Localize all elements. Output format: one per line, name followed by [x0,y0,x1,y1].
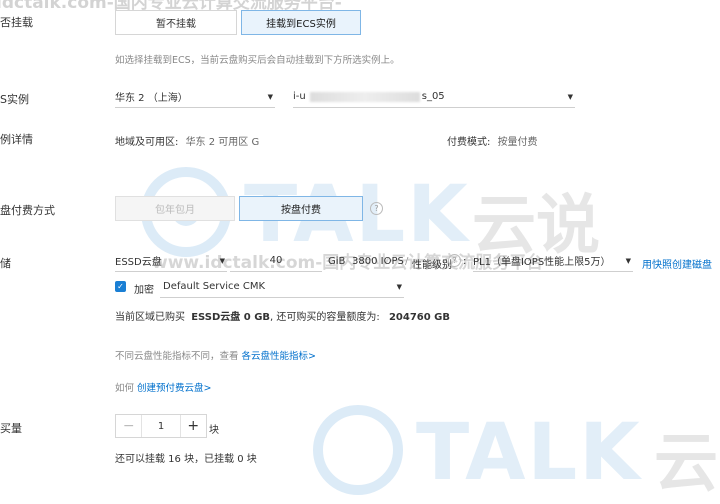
billing-method-label: 盘付费方式 [0,204,55,217]
watermark-logo-cn-bottom: 云 [654,427,718,501]
quantity-hint: 还可以挂载 16 块，已挂载 0 块 [115,454,257,465]
disk-type-select[interactable]: ESSD云盘 ▼ [115,250,227,272]
caret-down-icon: ▼ [267,93,273,101]
ecs-instance-label: S实例 [0,93,29,106]
zone-label: 地域及可用区: [115,137,179,148]
quantity-stepper[interactable]: − 1 + [115,414,207,438]
disk-type-value: ESSD云盘 [115,257,162,268]
region-select-value: 华东 2 （上海） [115,93,188,104]
watermark-logo-talk-bottom: TALK [416,408,642,498]
question-circle-icon[interactable]: ? [370,202,383,215]
zone-info: 地域及可用区: 华东 2 可用区 G [115,133,259,148]
billing-mode-value: 按量付费 [497,137,538,148]
encrypt-checkbox[interactable]: ✓ [115,281,126,292]
perf-level-label: 性能级别 [412,260,452,271]
disk-size-value: 40 [269,255,283,266]
caret-down-icon: ▼ [219,257,225,265]
instance-detail-label: 例详情 [0,133,33,146]
subscription-button[interactable]: 包年包月 [115,196,235,221]
instance-select-prefix: i-u [293,91,306,102]
cloud-logo-icon [313,405,403,495]
billing-mode-label: 付费模式: [447,137,491,148]
howto-text: 如何 [115,383,135,394]
zone-value: 华东 2 可用区 G [185,137,260,148]
colon-separator: : [463,256,467,267]
howto-hint: 如何 创建预付费云盘> [115,380,212,394]
storage-label: 储 [0,257,11,270]
caret-down-icon: ▼ [567,93,573,101]
kms-value: Default Service CMK [163,281,266,292]
instance-select[interactable]: i-u s_05 ▼ [293,86,575,108]
create-from-snapshot-link[interactable]: 用快照创建磁盘 [642,256,712,271]
caret-down-icon: ▼ [396,283,402,291]
encrypt-label: 加密 [134,285,154,296]
quantity-unit: 块 [209,425,219,436]
quantity-label: 买量 [0,422,22,435]
perf-hint-text: 不同云盘性能指标不同，查看 [115,351,239,362]
disk-iops: 3800 IOPS [352,256,404,267]
billing-info: 付费模式: 按量付费 [447,133,538,148]
perf-hint: 不同云盘性能指标不同，查看 各云盘性能指标> [115,348,316,362]
create-prepaid-disk-link[interactable]: 创建预付费云盘> [137,383,211,394]
plus-icon[interactable]: + [181,415,206,437]
mount-label: 否挂载 [0,16,33,29]
instance-select-suffix: s_05 [421,91,445,102]
watermark-logo-bottom: TALK 云 [308,400,720,501]
minus-icon[interactable]: − [116,415,141,437]
pay-as-you-go-button[interactable]: 按盘付费 [239,196,363,221]
quota-info: 当前区域已购买 ESSD云盘 0 GB, 还可购买的容量额度为: 204760 … [115,308,450,323]
question-circle-icon[interactable]: ? [448,254,461,267]
redacted-instance-id [309,91,420,102]
caret-down-icon: ▼ [625,257,631,265]
disk-size-input[interactable]: 40 [230,250,322,272]
disk-size-unit: GiB [328,256,346,267]
quota-purchased: ESSD云盘 0 GB [191,312,271,323]
perf-level-value: PL1（单盘IOPS性能上限5万） [473,257,611,268]
perf-metrics-link[interactable]: 各云盘性能指标> [242,351,316,362]
quota-mid: , 还可购买的容量额度为: [270,312,380,323]
quantity-value[interactable]: 1 [141,415,181,437]
slash-separator: / [405,256,409,267]
perf-level-select[interactable]: PL1（单盘IOPS性能上限5万） ▼ [473,250,633,272]
quota-remaining: 204760 GB [388,312,451,323]
region-select[interactable]: 华东 2 （上海） ▼ [115,86,275,108]
no-mount-button[interactable]: 暂不挂载 [115,10,237,35]
quota-prefix: 当前区域已购买 [115,312,185,323]
mount-hint: 如选择挂载到ECS，当前云盘购买后会自动挂载到下方所选实例上。 [115,55,400,66]
mount-to-ecs-button[interactable]: 挂载到ECS实例 [241,10,361,35]
kms-select[interactable]: Default Service CMK ▼ [160,276,404,298]
